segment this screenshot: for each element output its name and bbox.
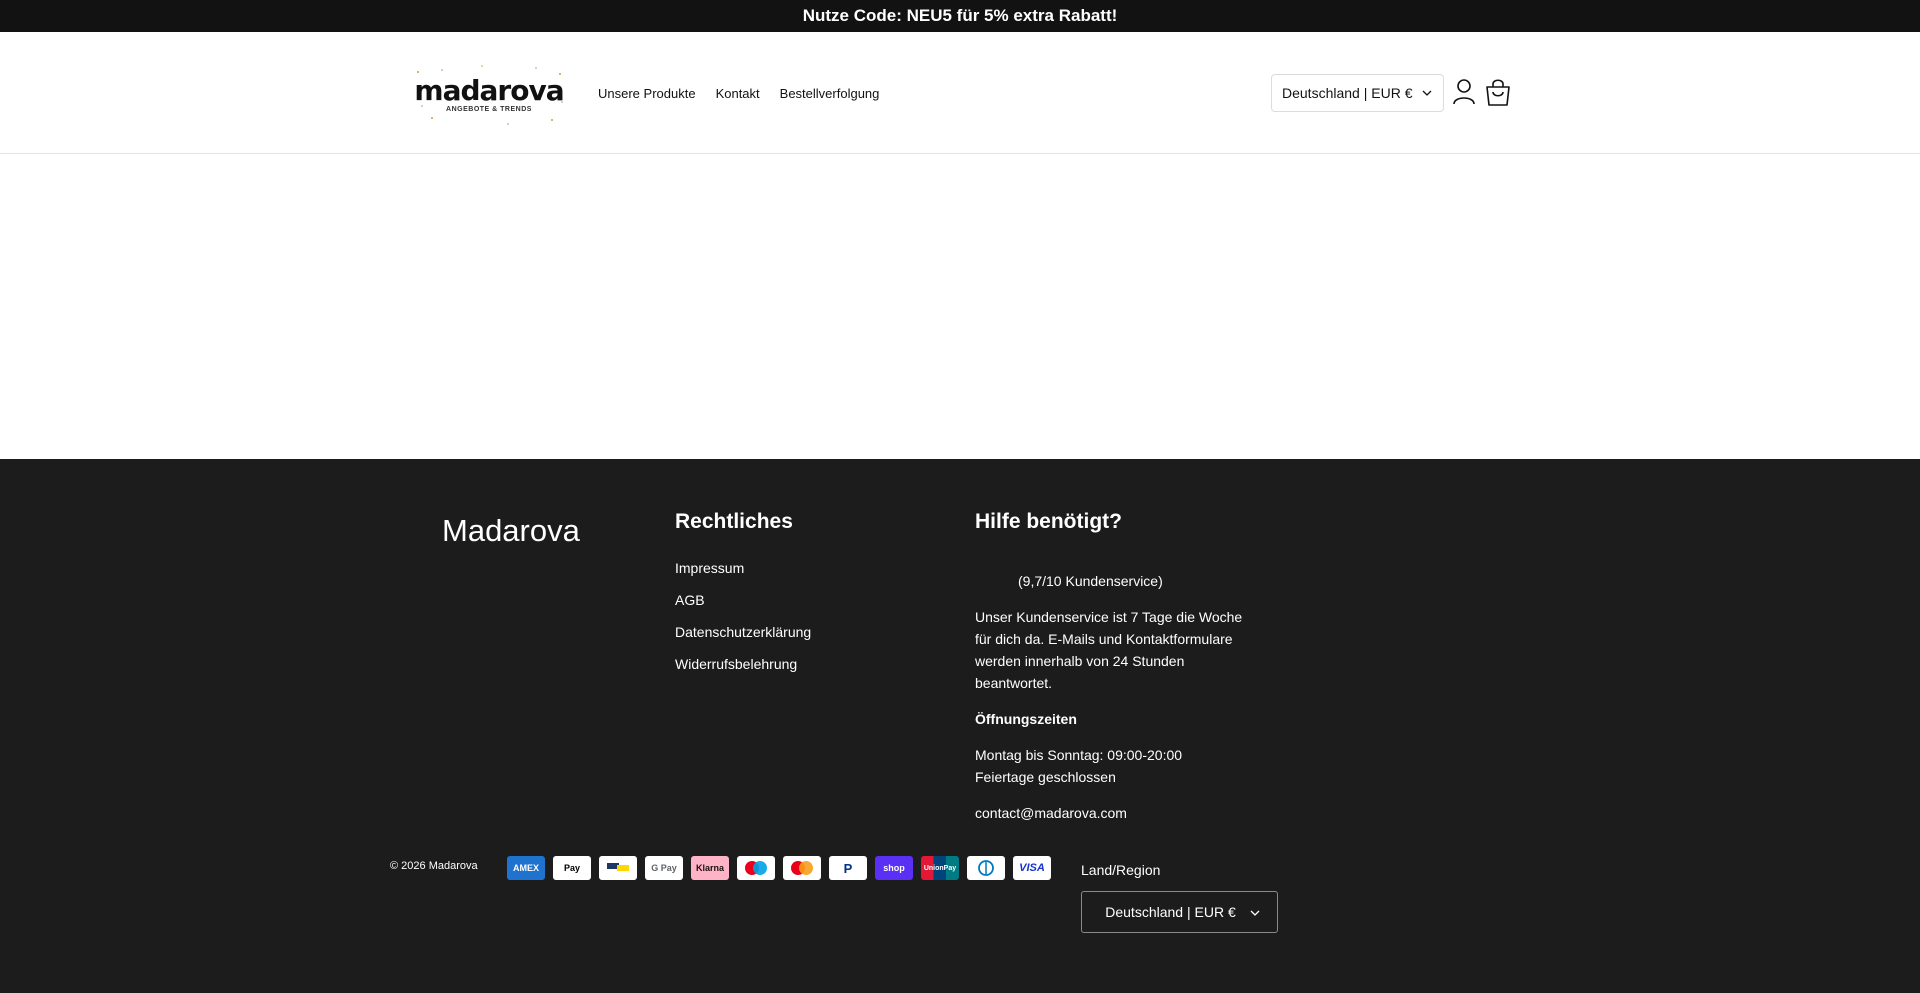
help-description: Unser Kundenservice ist 7 Tage die Woche… [975, 609, 1243, 691]
footer-link-privacy[interactable]: Datenschutzerklärung [675, 623, 811, 642]
amex-icon: AMEX [507, 856, 545, 880]
payment-methods: AMEX Pay G Pay Klarna P shop UnionPay VI… [507, 856, 1051, 880]
legal-links: Impressum AGB Datenschutzerklärung Wider… [675, 559, 811, 674]
region-selector-label: Deutschland | EUR € [1105, 904, 1236, 920]
country-selector[interactable]: Deutschland | EUR € [1271, 74, 1444, 112]
legal-heading: Rechtliches [675, 510, 793, 533]
klarna-icon: Klarna [691, 856, 729, 880]
service-rating: (9,7/10 Kundenservice) [1018, 573, 1163, 589]
apple-pay-icon: Pay [553, 856, 591, 880]
footer-brand: Madarova [442, 513, 580, 548]
hours-line-2: Feiertage geschlossen [975, 769, 1116, 785]
region-label: Land/Region [1081, 862, 1161, 878]
help-section: (9,7/10 Kundenservice) Unser Kundenservi… [975, 570, 1245, 838]
chevron-down-icon [1250, 910, 1260, 916]
logo-word: madarova [414, 74, 564, 107]
mastercard-icon [783, 856, 821, 880]
country-selector-label: Deutschland | EUR € [1282, 85, 1413, 101]
nav-item-contact[interactable]: Kontakt [716, 86, 760, 101]
footer-link-withdrawal[interactable]: Widerrufsbelehrung [675, 655, 811, 674]
maestro-icon [737, 856, 775, 880]
chevron-down-icon [1422, 90, 1432, 96]
footer-link-impressum[interactable]: Impressum [675, 559, 811, 578]
region-selector[interactable]: Deutschland | EUR € [1081, 891, 1278, 933]
nav-item-order-tracking[interactable]: Bestellverfolgung [780, 86, 880, 101]
footer-link-agb[interactable]: AGB [675, 591, 811, 610]
paypal-icon: P [829, 856, 867, 880]
diners-club-icon [967, 856, 1005, 880]
shop-pay-icon: shop [875, 856, 913, 880]
hours-title: Öffnungszeiten [975, 711, 1077, 727]
announcement-text: Nutze Code: NEU5 für 5% extra Rabatt! [802, 6, 1118, 25]
announcement-bar: Nutze Code: NEU5 für 5% extra Rabatt! [0, 0, 1920, 32]
bancontact-icon [599, 856, 637, 880]
google-pay-icon: G Pay [645, 856, 683, 880]
site-header: madarova ANGEBOTE & TRENDS Unsere Produk… [0, 32, 1920, 154]
unionpay-icon: UnionPay [921, 856, 959, 880]
support-email-link[interactable]: contact@madarova.com [975, 805, 1127, 821]
account-icon[interactable] [1452, 78, 1476, 106]
main-nav: Unsere Produkte Kontakt Bestellverfolgun… [598, 86, 879, 101]
logo[interactable]: madarova ANGEBOTE & TRENDS [412, 62, 566, 128]
site-footer: Madarova Rechtliches Impressum AGB Daten… [0, 459, 1920, 993]
hours-line-1: Montag bis Sonntag: 09:00-20:00 [975, 747, 1183, 763]
nav-item-products[interactable]: Unsere Produkte [598, 86, 696, 101]
logo-tagline: ANGEBOTE & TRENDS [446, 106, 532, 113]
copyright: © 2026 Madarova [390, 860, 478, 872]
help-heading: Hilfe benötigt? [975, 510, 1122, 533]
cart-icon[interactable] [1484, 77, 1512, 107]
visa-icon: VISA [1013, 856, 1051, 880]
